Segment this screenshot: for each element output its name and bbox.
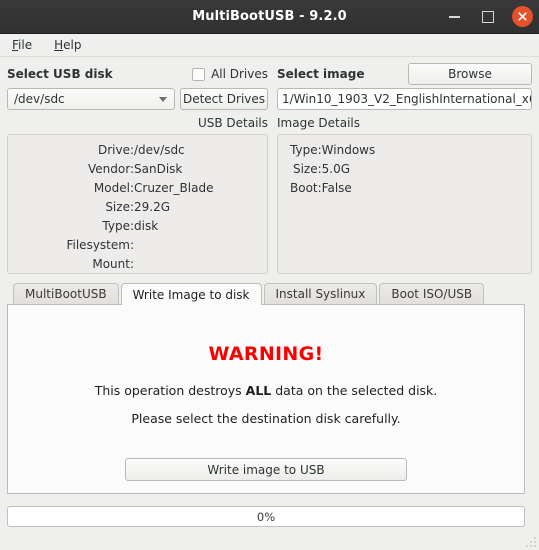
- usb-model-value: Cruzer_Blade: [134, 181, 214, 195]
- write-image-tab-panel: WARNING! This operation destroys ALL dat…: [7, 304, 525, 494]
- usb-vendor-value: SanDisk: [134, 162, 183, 176]
- menu-help[interactable]: Help: [50, 37, 85, 53]
- image-header-row: Select image Browse: [277, 63, 532, 85]
- browse-button[interactable]: Browse: [408, 63, 532, 85]
- image-details-caption: Image Details: [277, 116, 360, 130]
- all-drives-checkbox-wrap[interactable]: All Drives: [192, 67, 268, 81]
- window-controls: [444, 0, 533, 33]
- table-row: Size: 29.2G: [14, 200, 257, 219]
- usb-size-value: 29.2G: [134, 200, 171, 214]
- table-row: Type: Windows: [290, 143, 375, 162]
- usb-type-key: Type:: [102, 219, 134, 233]
- usb-details-caption: USB Details: [197, 116, 268, 130]
- all-drives-checkbox[interactable]: [192, 67, 206, 81]
- resize-grip[interactable]: [522, 533, 536, 547]
- window-title: MultiBootUSB - 9.2.0: [192, 9, 347, 24]
- warning-line-1-pre: This operation destroys: [94, 383, 246, 398]
- warning-line-1-post: data on the selected disk.: [271, 383, 438, 398]
- chevron-down-icon: [159, 96, 167, 102]
- image-size-key: Size:: [292, 162, 322, 176]
- tab-bar: MultiBootUSB Write Image to disk Install…: [7, 283, 532, 305]
- usb-details-panel: Drive: /dev/sdc Vendor: SanDisk Model: C…: [7, 134, 268, 274]
- progress-label: 0%: [256, 509, 276, 524]
- tab-multibootusb[interactable]: MultiBootUSB: [13, 283, 119, 304]
- progress-bar: 0%: [7, 506, 525, 527]
- warning-title: WARNING!: [208, 343, 324, 365]
- table-row: Model: Cruzer_Blade: [14, 181, 257, 200]
- maximize-icon: [482, 10, 494, 23]
- select-usb-disk-label: Select USB disk: [7, 67, 113, 81]
- tab-write-image-to-disk[interactable]: Write Image to disk: [120, 283, 262, 305]
- image-details-panel: Type: Windows Size: 5.0G Boot: False: [277, 134, 532, 274]
- warning-line-1-bold: ALL: [245, 383, 272, 398]
- application-window: MultiBootUSB - 9.2.0 File Help Select US…: [0, 0, 539, 550]
- image-size-value: 5.0G: [321, 162, 351, 176]
- usb-type-value: disk: [134, 219, 159, 233]
- usb-filesystem-value: [134, 238, 257, 257]
- table-row: Type: disk: [14, 219, 257, 238]
- image-boot-key: Boot:: [290, 181, 322, 195]
- table-row: Boot: False: [290, 181, 375, 200]
- detect-drives-button[interactable]: Detect Drives: [180, 88, 268, 110]
- usb-column: Select USB disk All Drives /dev/sdc Dete…: [7, 65, 268, 274]
- table-row: Vendor: SanDisk: [14, 162, 257, 181]
- usb-header-row: Select USB disk All Drives: [7, 65, 268, 83]
- image-column: Select image Browse 1/Win10_1903_V2_Engl…: [277, 63, 532, 274]
- usb-details-table: Drive: /dev/sdc Vendor: SanDisk Model: C…: [14, 143, 257, 276]
- image-type-value: Windows: [321, 143, 376, 157]
- table-row: Mount:: [14, 257, 257, 276]
- usb-size-key: Size:: [105, 200, 134, 214]
- menu-help-mnemonic: H: [54, 38, 64, 52]
- write-image-to-usb-button[interactable]: Write image to USB: [125, 458, 407, 481]
- warning-line-2: Please select the destination disk caref…: [131, 411, 401, 426]
- usb-disk-combobox-value: /dev/sdc: [14, 92, 65, 106]
- table-row: Filesystem:: [14, 238, 257, 257]
- title-bar: MultiBootUSB - 9.2.0: [0, 0, 539, 34]
- warning-line-1: This operation destroys ALL data on the …: [95, 383, 438, 398]
- image-boot-value: False: [321, 181, 352, 195]
- menu-bar: File Help: [0, 34, 539, 57]
- usb-mount-key: Mount:: [92, 257, 134, 271]
- usb-controls-row: /dev/sdc Detect Drives: [7, 88, 268, 110]
- image-path-input[interactable]: 1/Win10_1903_V2_EnglishInternational_x64…: [277, 88, 532, 110]
- usb-disk-combobox[interactable]: /dev/sdc: [7, 88, 175, 110]
- usb-mount-value: [134, 257, 257, 276]
- menu-file[interactable]: File: [8, 37, 36, 53]
- table-row: Drive: /dev/sdc: [14, 143, 257, 162]
- tab-boot-iso-usb[interactable]: Boot ISO/USB: [379, 283, 485, 304]
- minimize-icon: [448, 15, 460, 18]
- usb-vendor-key: Vendor:: [88, 162, 134, 176]
- top-section: Select USB disk All Drives /dev/sdc Dete…: [7, 63, 532, 274]
- main-body: Select USB disk All Drives /dev/sdc Dete…: [0, 57, 539, 550]
- image-type-key: Type:: [290, 143, 322, 157]
- tab-install-syslinux[interactable]: Install Syslinux: [263, 283, 378, 304]
- close-icon: [518, 12, 527, 21]
- all-drives-label: All Drives: [211, 67, 268, 81]
- select-image-label: Select image: [277, 67, 365, 81]
- menu-help-rest: elp: [63, 38, 82, 52]
- usb-drive-value: /dev/sdc: [134, 143, 185, 157]
- image-details-table: Type: Windows Size: 5.0G Boot: False: [290, 143, 375, 200]
- maximize-button[interactable]: [478, 7, 498, 27]
- usb-model-key: Model:: [93, 181, 134, 195]
- usb-filesystem-key: Filesystem:: [66, 238, 134, 252]
- close-button[interactable]: [512, 6, 533, 27]
- menu-file-rest: ile: [18, 38, 33, 52]
- usb-drive-key: Drive:: [97, 143, 134, 157]
- table-row: Size: 5.0G: [290, 162, 375, 181]
- minimize-button[interactable]: [444, 7, 464, 27]
